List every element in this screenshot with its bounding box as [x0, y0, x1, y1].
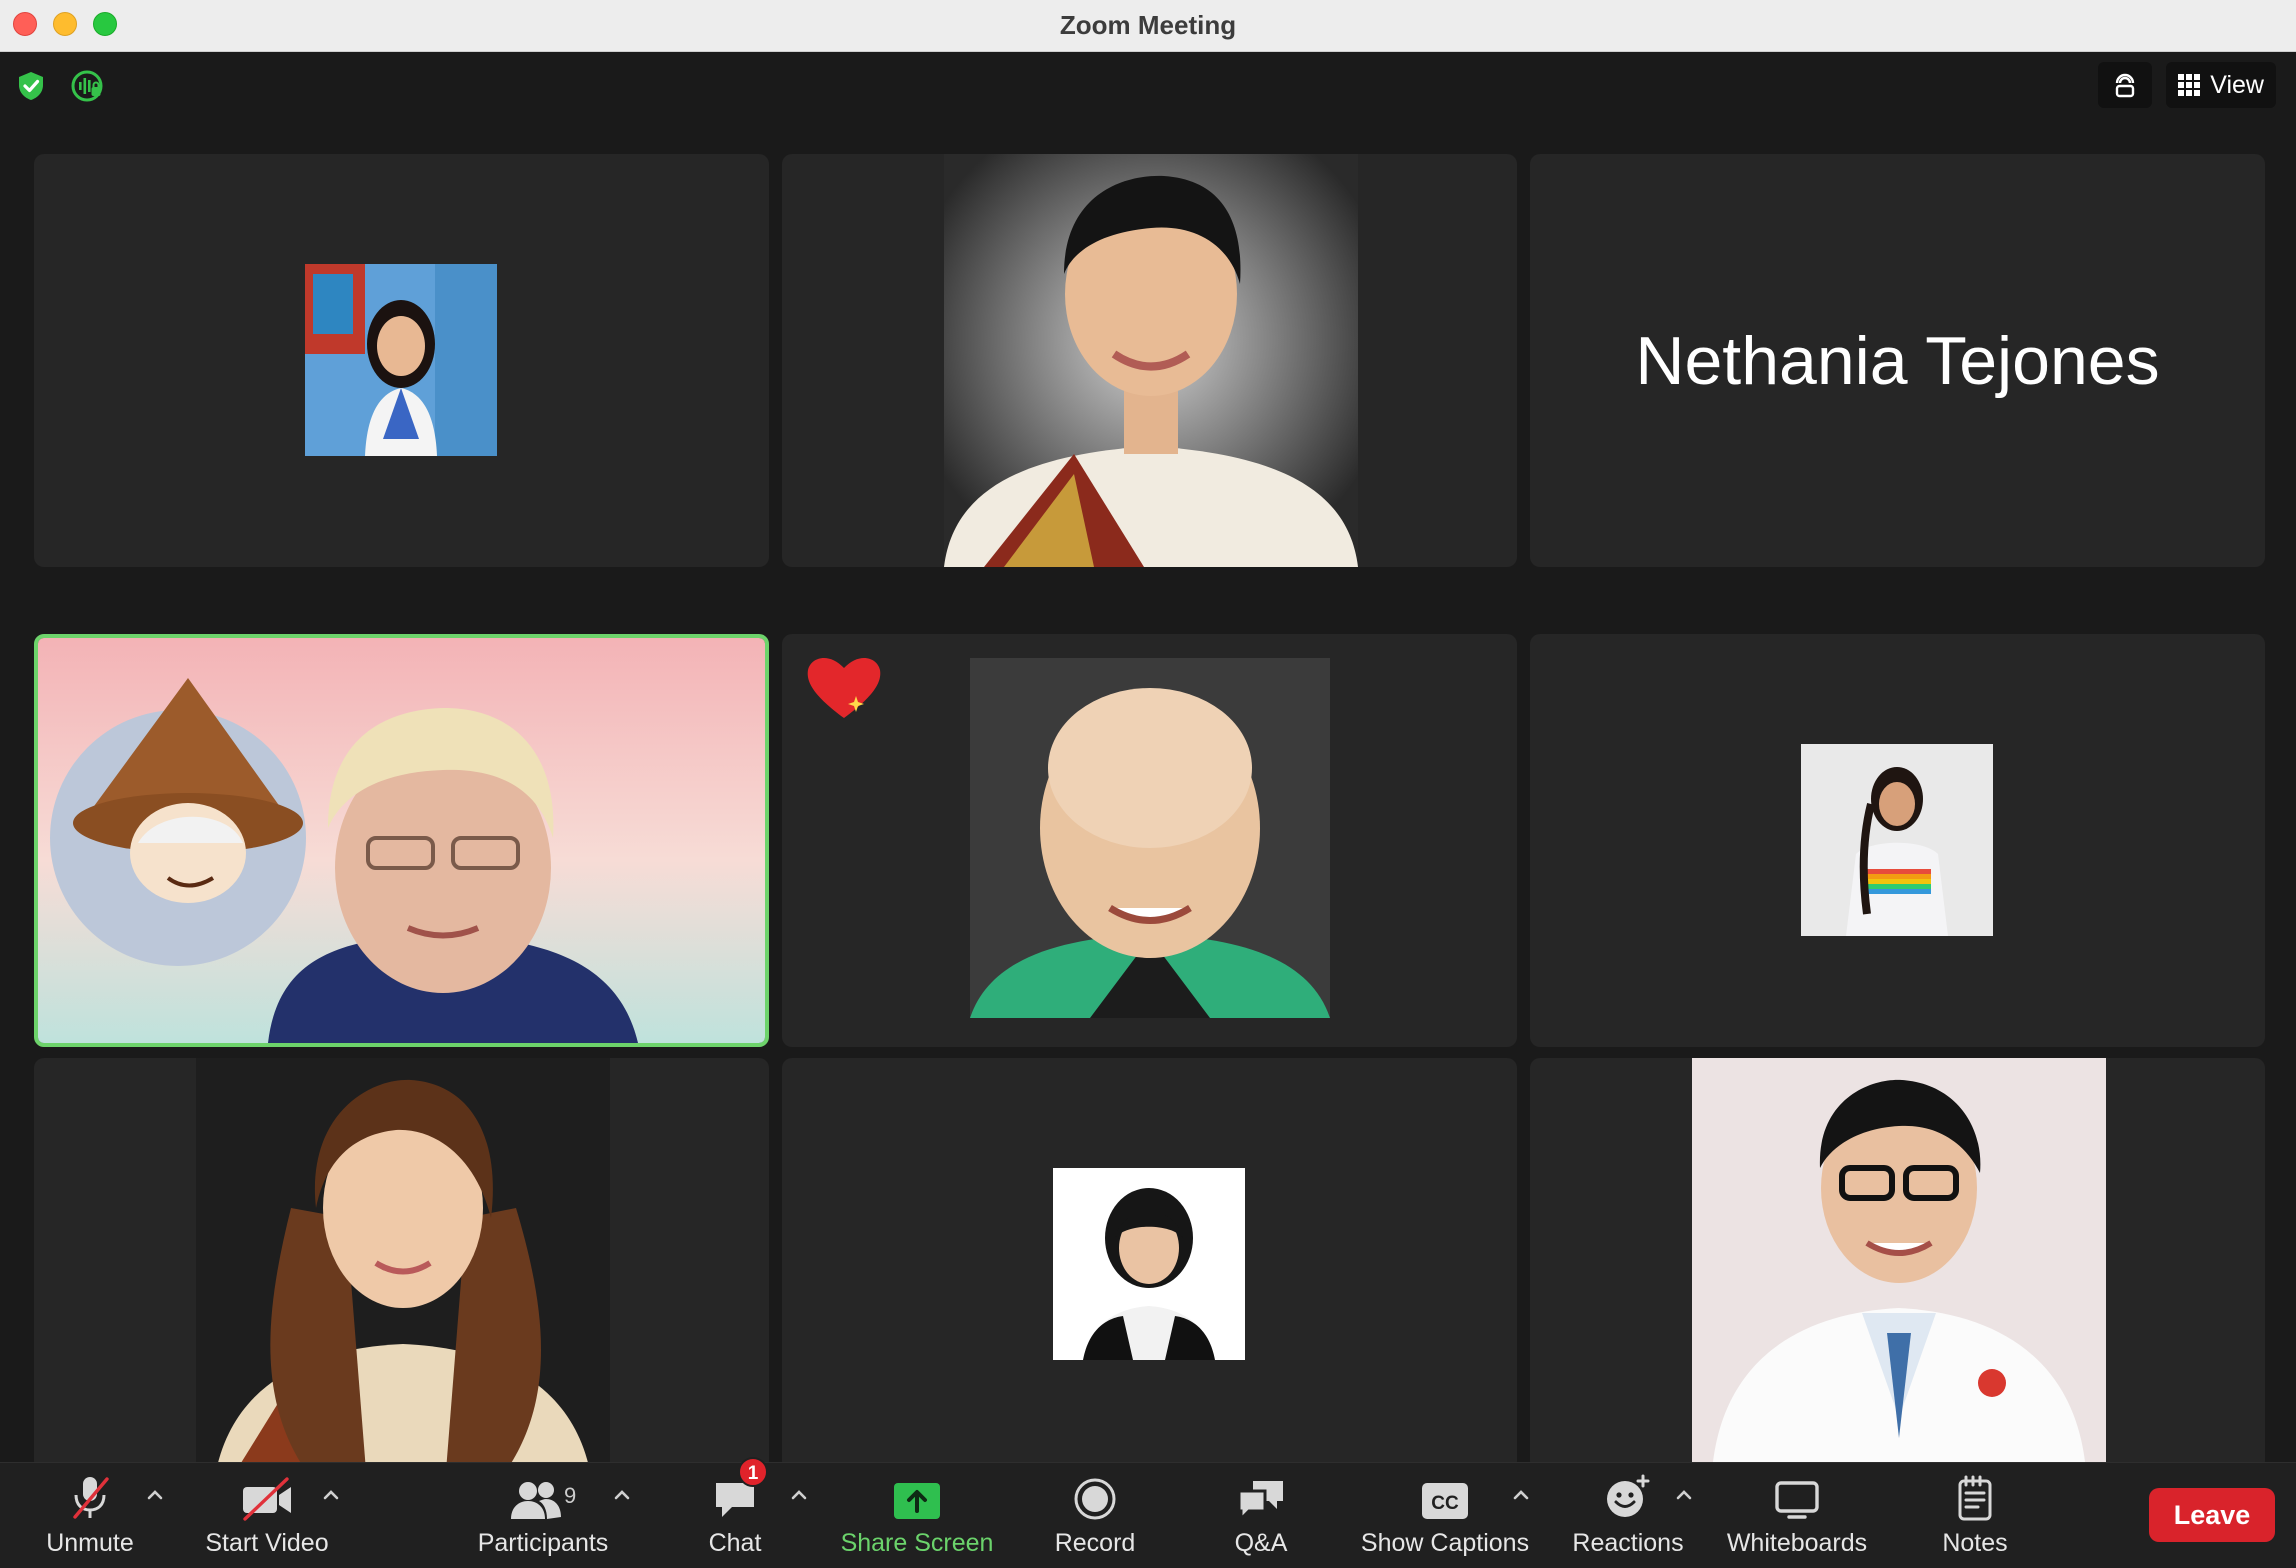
video-tile-8[interactable]: [782, 1058, 1517, 1471]
video-tile-3[interactable]: Nethania Tejones: [1530, 154, 2265, 567]
record-button[interactable]: Record: [1044, 1463, 1146, 1568]
reactions-label: Reactions: [1572, 1529, 1684, 1557]
share-screen-icon: [894, 1483, 940, 1519]
view-button[interactable]: View: [2166, 62, 2276, 108]
video-tile-5[interactable]: [782, 634, 1517, 1047]
qa-chat-icon: [1237, 1481, 1283, 1521]
leave-button[interactable]: Leave: [2149, 1488, 2275, 1542]
reactions-smiley-icon: [1607, 1474, 1650, 1517]
window-titlebar: Zoom Meeting: [0, 0, 2296, 52]
participants-button[interactable]: 9 Participants: [474, 1463, 612, 1568]
participants-options-chevron-icon[interactable]: [609, 1485, 635, 1505]
view-button-label: View: [2210, 70, 2264, 99]
unmute-label: Unmute: [46, 1529, 134, 1557]
video-tile-6[interactable]: [1530, 634, 2265, 1047]
video-tile-9[interactable]: [1530, 1058, 2265, 1471]
notes-button[interactable]: Notes: [1934, 1463, 2016, 1568]
encryption-shield-icon[interactable]: [14, 69, 48, 103]
svg-text:CC: CC: [1431, 1493, 1459, 1514]
unmute-button[interactable]: Unmute: [40, 1463, 140, 1568]
notes-icon: [1958, 1475, 1992, 1521]
chat-button[interactable]: 1 Chat: [690, 1457, 780, 1568]
participants-label: Participants: [477, 1529, 609, 1557]
heart-reaction-icon: [807, 657, 881, 718]
audio-options-chevron-icon[interactable]: [142, 1485, 168, 1505]
participant-name-display: Nethania Tejones: [1635, 322, 2160, 399]
window-title: Zoom Meeting: [1059, 10, 1237, 40]
reactions-options-chevron-icon[interactable]: [1671, 1485, 1697, 1505]
video-tile-active-speaker[interactable]: [34, 634, 769, 1047]
participant-profile-photo: [1053, 1168, 1245, 1360]
video-tile-2[interactable]: [782, 154, 1517, 567]
participants-icon: [511, 1482, 561, 1519]
chat-unread-badge: 1: [738, 1457, 768, 1487]
record-icon: [1074, 1478, 1116, 1520]
active-speaker-video: [38, 638, 765, 1043]
speaker-reframe-icon: [2116, 73, 2135, 98]
chat-options-chevron-icon[interactable]: [786, 1485, 812, 1505]
notes-label: Notes: [1942, 1529, 2008, 1557]
show-captions-button[interactable]: CC Show Captions: [1358, 1463, 1532, 1568]
participant-profile-photo: [1801, 744, 1993, 936]
captions-options-chevron-icon[interactable]: [1508, 1485, 1534, 1505]
video-options-chevron-icon[interactable]: [318, 1485, 344, 1505]
whiteboards-label: Whiteboards: [1726, 1529, 1868, 1557]
video-camera-off-icon: [243, 1477, 291, 1521]
closed-captions-icon: CC: [1422, 1483, 1468, 1519]
participant-profile-photo: [944, 154, 1358, 567]
qa-label: Q&A: [1234, 1529, 1288, 1557]
participant-profile-photo: [305, 264, 497, 456]
participant-profile-photo: [196, 1058, 610, 1471]
immersive-toggle-button[interactable]: [2098, 62, 2153, 108]
meeting-controls-toolbar: Unmute Start Video 9 Participants 1 Chat…: [0, 1457, 2296, 1568]
top-right-controls: View: [2098, 62, 2276, 108]
whiteboards-button[interactable]: Whiteboards: [1722, 1463, 1872, 1568]
participant-count: 9: [564, 1483, 577, 1508]
record-label: Record: [1054, 1529, 1136, 1557]
grid-view-icon: [2178, 74, 2201, 96]
start-video-label: Start Video: [205, 1529, 329, 1557]
reactions-button[interactable]: Reactions: [1570, 1463, 1686, 1568]
meeting-status-icons: [14, 69, 104, 103]
participant-profile-photo: [1692, 1058, 2106, 1471]
start-video-button[interactable]: Start Video: [200, 1463, 334, 1568]
video-tile-1[interactable]: [34, 154, 769, 567]
share-screen-button[interactable]: Share Screen: [838, 1463, 996, 1568]
audio-signal-icon[interactable]: [70, 69, 104, 103]
video-tile-7[interactable]: [34, 1058, 769, 1471]
share-screen-label: Share Screen: [840, 1529, 994, 1557]
participant-profile-photo: [970, 658, 1330, 1018]
chat-label: Chat: [708, 1529, 762, 1557]
microphone-muted-icon: [73, 1477, 109, 1519]
show-captions-label: Show Captions: [1360, 1529, 1530, 1557]
qa-button[interactable]: Q&A: [1222, 1463, 1300, 1568]
meeting-stage: View Nethania Tejones: [0, 52, 2296, 1471]
whiteboard-icon: [1775, 1481, 1819, 1519]
